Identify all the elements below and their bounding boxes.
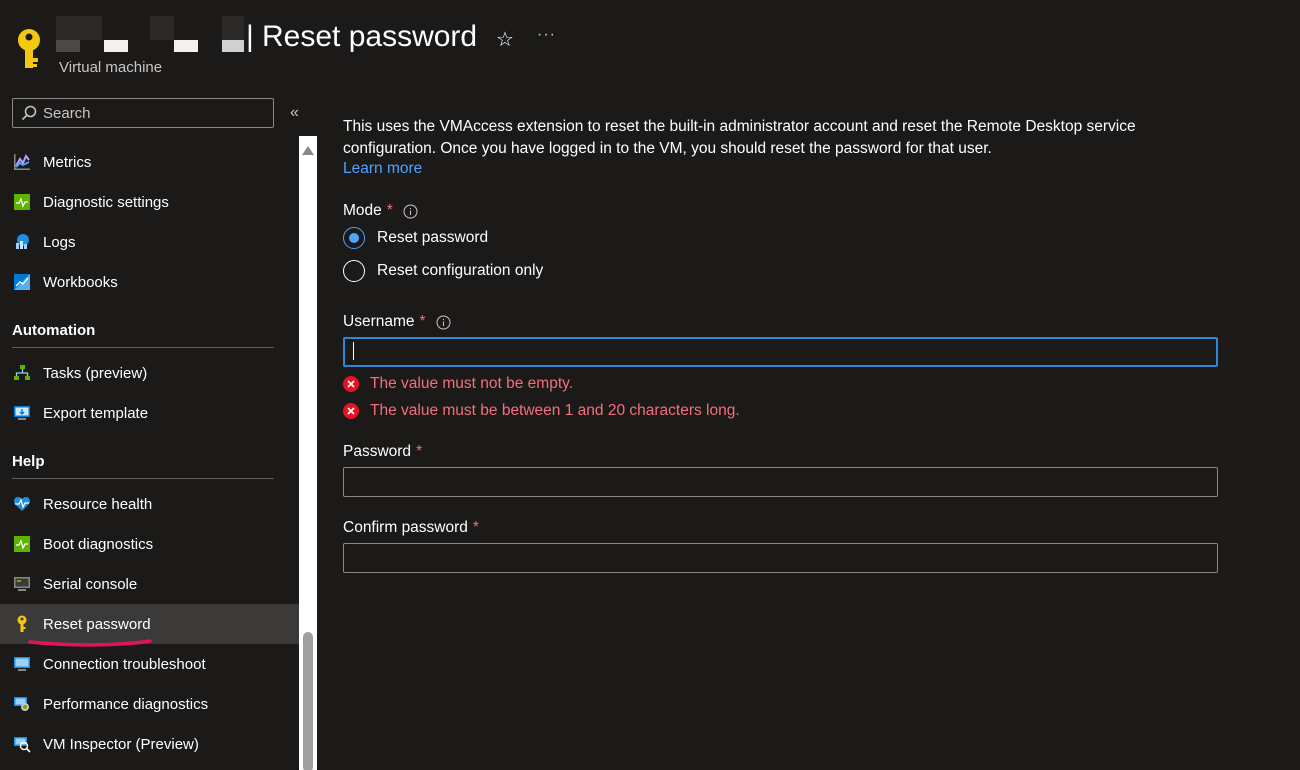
username-input[interactable] — [343, 337, 1218, 367]
key-icon — [18, 29, 40, 68]
title-separator: | — [246, 20, 254, 53]
sidebar-item-workbooks[interactable]: Workbooks — [0, 262, 299, 302]
sidebar-item-label: Connection troubleshoot — [43, 655, 206, 673]
required-asterisk: * — [419, 313, 426, 330]
radio-label: Reset configuration only — [377, 262, 544, 279]
password-label: Password — [343, 443, 412, 460]
resource-type: Virtual machine — [59, 59, 163, 76]
sidebar-item-serial-console[interactable]: Serial console — [0, 564, 299, 604]
confirm-password-label: Confirm password — [343, 519, 468, 536]
error-message: The value must be between 1 and 20 chara… — [370, 402, 740, 419]
sidebar-item-connection-troubleshoot[interactable]: Connection troubleshoot — [0, 644, 299, 684]
required-asterisk: * — [472, 519, 479, 536]
export-template-icon — [12, 403, 32, 423]
tasks-icon — [12, 363, 32, 383]
required-asterisk: * — [386, 202, 393, 219]
section-header-help: Help — [12, 453, 274, 479]
username-field-wrapper — [343, 337, 1218, 367]
sidebar-item-label: Diagnostic settings — [43, 193, 169, 211]
radio-button[interactable] — [343, 260, 365, 282]
error-icon — [343, 403, 359, 419]
validation-error: The value must not be empty. — [343, 375, 573, 393]
sidebar-item-performance-diagnostics[interactable]: Performance diagnostics — [0, 684, 299, 724]
username-label: Username — [343, 313, 415, 330]
sidebar-item-resource-health[interactable]: Resource health — [0, 484, 299, 524]
collapse-menu-icon[interactable]: « — [290, 104, 299, 122]
search-input[interactable] — [43, 104, 263, 122]
confirm-password-label-row: Confirm password * — [343, 519, 479, 537]
serial-console-icon — [12, 574, 32, 594]
search-icon — [21, 105, 37, 121]
radio-button-checked[interactable] — [343, 227, 365, 249]
username-label-row: Username * — [343, 313, 451, 331]
error-message: The value must not be empty. — [370, 375, 574, 392]
password-input[interactable] — [343, 467, 1218, 497]
sidebar-item-label: Serial console — [43, 575, 138, 593]
sidebar-item-label: Boot diagnostics — [43, 535, 154, 553]
info-icon[interactable] — [403, 204, 418, 219]
metrics-icon — [12, 152, 32, 172]
sidebar-item-vm-inspector[interactable]: VM Inspector (Preview) — [0, 724, 299, 764]
blade-header: | Reset password Virtual machine ☆ ··· — [0, 0, 1300, 90]
menu-search[interactable] — [12, 98, 274, 128]
mode-label-row: Mode * — [343, 202, 418, 220]
validation-error: The value must be between 1 and 20 chara… — [343, 402, 740, 420]
sidebar-item-label: Export template — [43, 404, 149, 422]
page-title: Reset password — [262, 20, 478, 53]
password-label-row: Password * — [343, 443, 422, 461]
sidebar-item-label: Logs — [43, 233, 76, 251]
radio-label: Reset password — [377, 229, 489, 246]
resource-menu: « Metrics Diagnostic settings Logs Workb… — [0, 90, 299, 770]
scrollbar-thumb[interactable] — [303, 632, 313, 770]
sidebar-item-label: Performance diagnostics — [43, 695, 209, 713]
text-caret — [353, 342, 354, 360]
redacted-resource-name — [56, 16, 246, 56]
info-icon[interactable] — [436, 315, 451, 330]
required-asterisk: * — [416, 443, 423, 460]
radio-reset-configuration-only[interactable]: Reset configuration only — [343, 260, 543, 282]
sidebar-item-label: VM Inspector (Preview) — [43, 735, 199, 753]
confirm-password-input[interactable] — [343, 543, 1218, 573]
error-icon — [343, 376, 359, 392]
scroll-up-arrow-icon[interactable] — [302, 146, 314, 155]
sidebar-item-metrics[interactable]: Metrics — [0, 142, 299, 182]
radio-reset-password[interactable]: Reset password — [343, 227, 488, 249]
sidebar-item-label: Tasks (preview) — [43, 364, 148, 382]
sidebar-item-label: Workbooks — [43, 273, 118, 291]
sidebar-item-diagnostic-settings[interactable]: Diagnostic settings — [0, 182, 299, 222]
ellipsis-icon[interactable]: ··· — [537, 26, 556, 44]
connection-troubleshoot-icon — [12, 654, 32, 674]
logs-icon — [12, 232, 32, 252]
sidebar-item-boot-diagnostics[interactable]: Boot diagnostics — [0, 524, 299, 564]
resource-health-icon — [12, 494, 32, 514]
performance-diagnostics-icon — [12, 694, 32, 714]
mode-label: Mode — [343, 202, 382, 219]
key-icon — [12, 614, 32, 634]
section-header-automation: Automation — [12, 322, 274, 348]
vm-inspector-icon — [12, 734, 32, 754]
workbooks-icon — [12, 272, 32, 292]
sidebar-item-label: Metrics — [43, 153, 92, 171]
sidebar-item-tasks[interactable]: Tasks (preview) — [0, 353, 299, 393]
star-icon[interactable]: ☆ — [496, 27, 514, 52]
description-text: This uses the VMAccess extension to rese… — [343, 118, 1136, 157]
sidebar-item-label: Reset password — [43, 615, 151, 633]
diagnostic-settings-icon — [12, 192, 32, 212]
sidebar-item-label: Resource health — [43, 495, 153, 513]
learn-more-link[interactable]: Learn more — [343, 160, 422, 178]
sidebar-item-logs[interactable]: Logs — [0, 222, 299, 262]
sidebar-item-export-template[interactable]: Export template — [0, 393, 299, 433]
boot-diagnostics-icon — [12, 534, 32, 554]
